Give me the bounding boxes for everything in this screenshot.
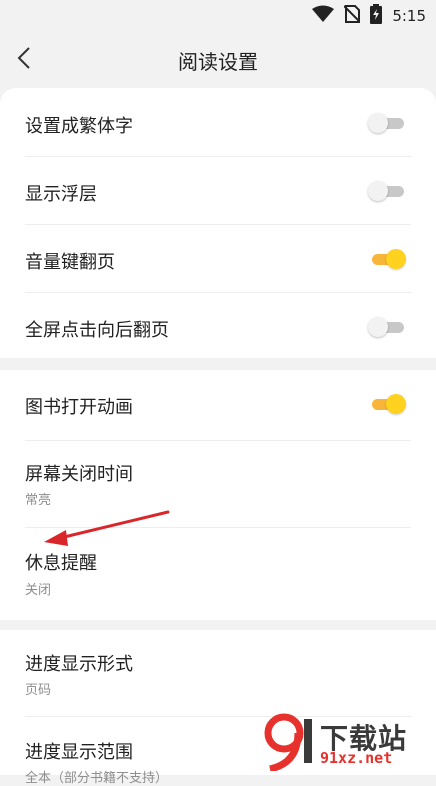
battery-charging-icon <box>370 4 383 28</box>
setting-label: 全屏点击向后翻页 <box>25 320 169 341</box>
title-bar: 阅读设置 <box>0 32 436 88</box>
setting-rest-reminder[interactable]: 休息提醒 关闭 <box>25 527 411 620</box>
status-time: 5:15 <box>392 7 426 25</box>
setting-volume-key-page-turn[interactable]: 音量键翻页 <box>25 224 411 293</box>
setting-label: 屏幕关闭时间 <box>25 464 133 485</box>
setting-show-overlay[interactable]: 显示浮层 <box>25 156 411 225</box>
settings-group-progress: 进度显示形式 页码 进度显示范围 全本（部分书籍不支持） <box>0 630 436 786</box>
volume-key-toggle[interactable] <box>368 249 406 269</box>
status-icons: 5:15 <box>312 4 426 28</box>
setting-label: 显示浮层 <box>25 184 97 205</box>
setting-screen-off-time[interactable]: 屏幕关闭时间 常亮 <box>25 440 411 528</box>
page-title: 阅读设置 <box>178 50 258 74</box>
traditional-chinese-toggle[interactable] <box>368 113 406 133</box>
setting-traditional-chinese[interactable]: 设置成繁体字 <box>25 88 411 157</box>
setting-value: 常亮 <box>25 493 52 508</box>
setting-value: 页码 <box>25 683 52 698</box>
status-bar: 5:15 <box>0 0 436 32</box>
setting-label: 设置成繁体字 <box>25 116 133 137</box>
setting-label: 进度显示形式 <box>25 654 133 675</box>
show-overlay-toggle[interactable] <box>368 181 406 201</box>
setting-value: 关闭 <box>25 583 52 598</box>
setting-value: 全本（部分书籍不支持） <box>25 771 169 786</box>
setting-label: 音量键翻页 <box>25 252 115 273</box>
fullscreen-tap-toggle[interactable] <box>368 317 406 337</box>
setting-fullscreen-tap-forward[interactable]: 全屏点击向后翻页 <box>25 292 411 358</box>
settings-group-reading: 图书打开动画 屏幕关闭时间 常亮 休息提醒 关闭 <box>0 370 436 620</box>
book-animation-toggle[interactable] <box>368 394 406 414</box>
setting-progress-style[interactable]: 进度显示形式 页码 <box>25 630 411 717</box>
setting-book-open-animation[interactable]: 图书打开动画 <box>25 370 411 441</box>
wifi-icon <box>312 5 335 27</box>
setting-progress-range[interactable]: 进度显示范围 全本（部分书籍不支持） <box>25 716 411 786</box>
setting-label: 进度显示范围 <box>25 742 133 763</box>
settings-group-display: 设置成繁体字 显示浮层 音量键翻页 全屏点击向后翻页 <box>0 88 436 358</box>
setting-label: 休息提醒 <box>25 553 97 574</box>
setting-label: 图书打开动画 <box>25 397 133 418</box>
no-sim-icon <box>343 5 362 27</box>
